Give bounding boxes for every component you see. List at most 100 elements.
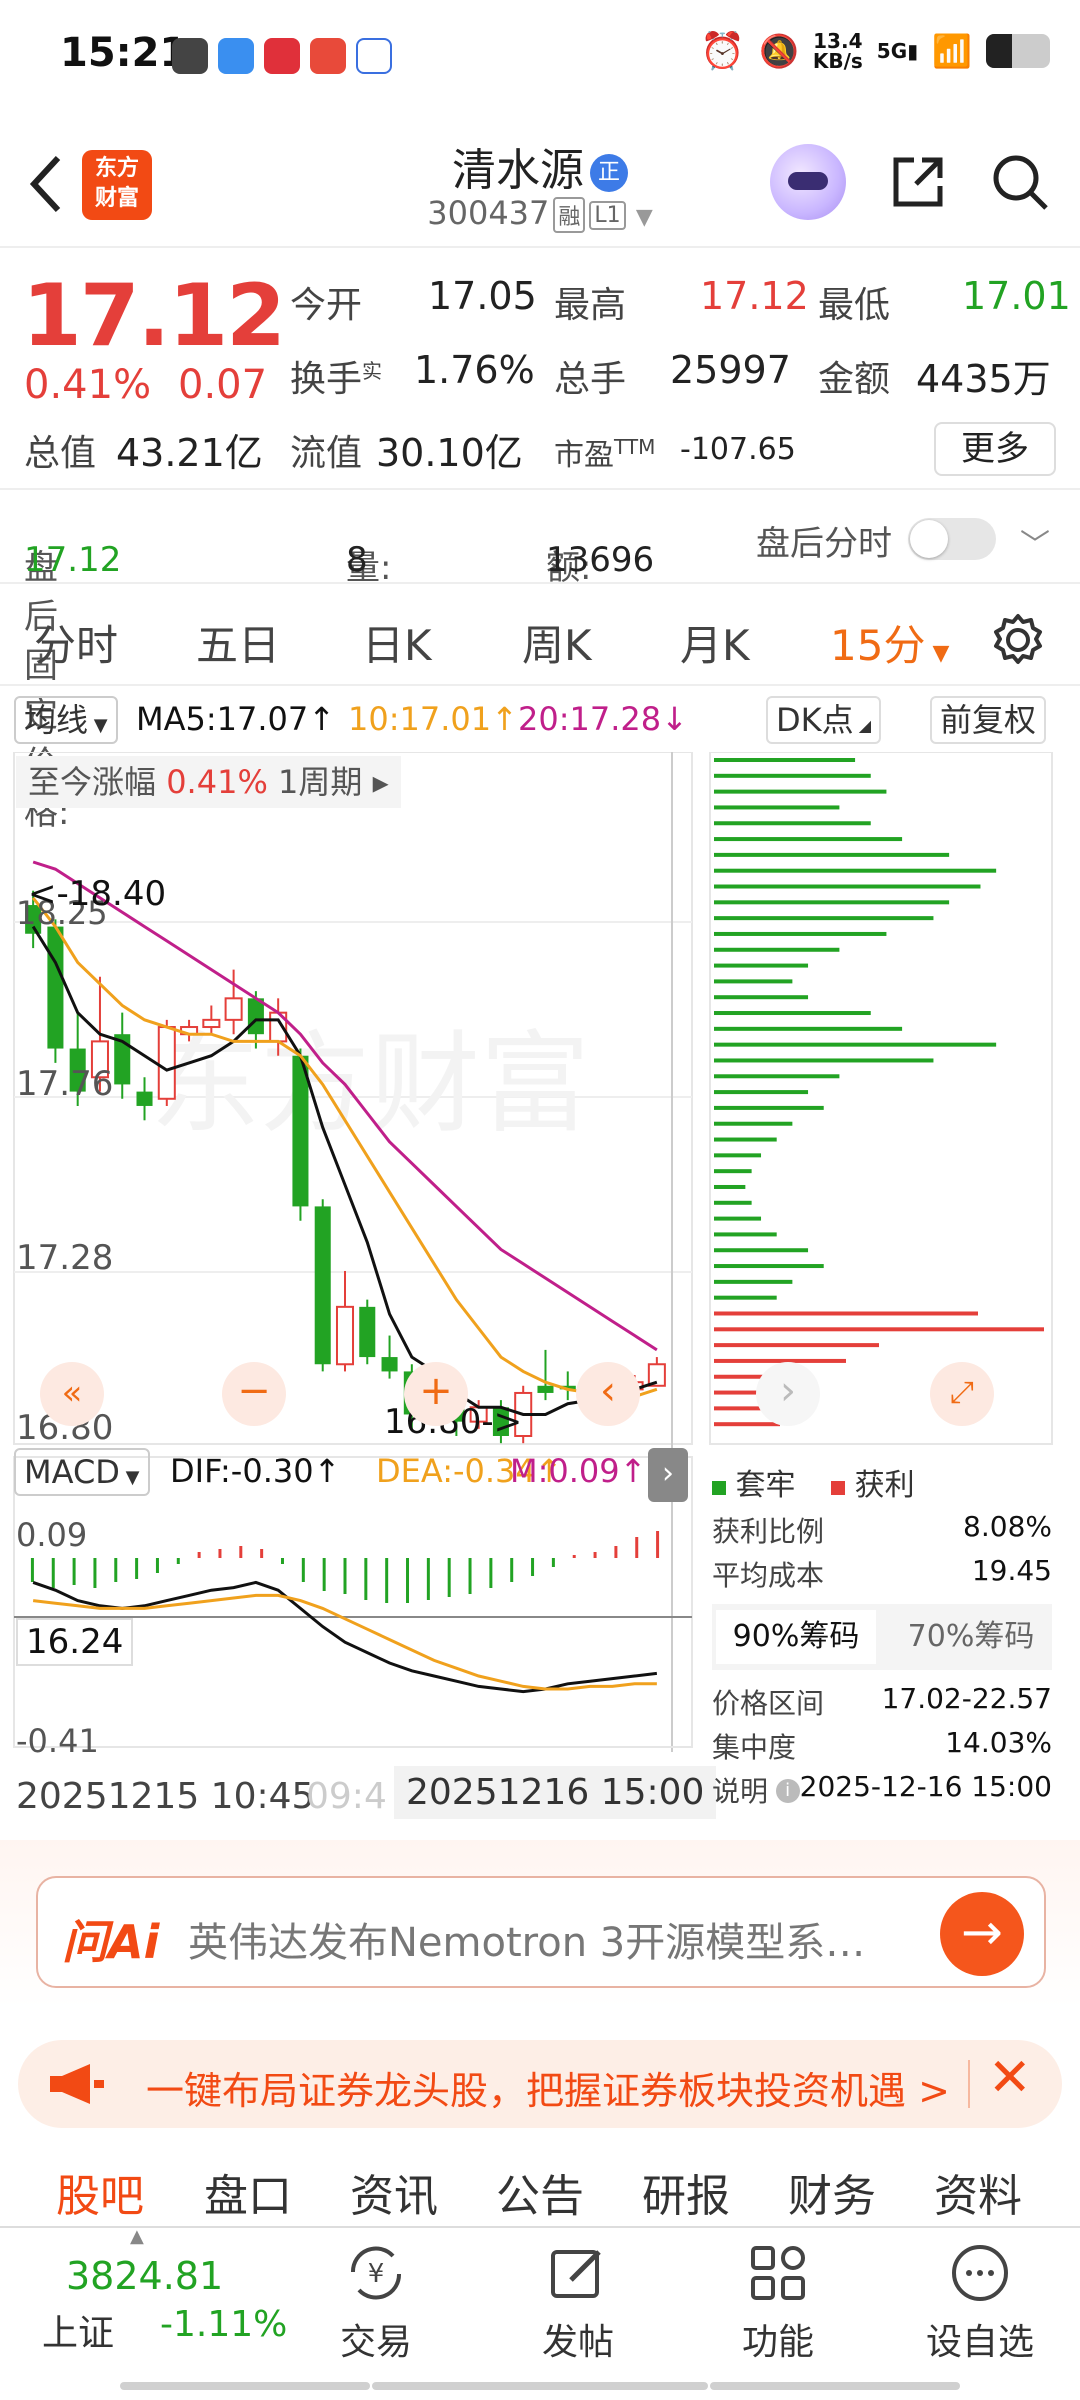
chevron-down-icon[interactable]: ﹀ [1020, 520, 1050, 564]
profile-bar-profit [714, 1422, 780, 1427]
kline-chart[interactable]: 东方财富 至今涨幅 0.41% 1周期 ▸ 18.25 <-18.40 17.7… [0, 751, 1080, 1842]
dk-point-select[interactable]: DK点 ◢ [766, 696, 882, 744]
profile-bar-trapped [714, 1264, 824, 1269]
status-time: 15:21 [60, 30, 188, 76]
dif-label: DIF:-0.30↑ [170, 1452, 341, 1490]
tab-research[interactable]: 研报 [642, 2160, 730, 2224]
tab-intraday[interactable]: 分时 [34, 612, 118, 673]
gear-icon[interactable] [990, 612, 1046, 668]
profile-bar-trapped [714, 1011, 871, 1016]
share-icon[interactable] [888, 152, 948, 212]
crosshair-value: 16.24 [16, 1618, 134, 1666]
low-label: 最低 [818, 285, 891, 326]
expand-indicator-button[interactable]: › [648, 1448, 688, 1502]
max-price-label: <-18.40 [28, 874, 167, 914]
caret-up-icon: ▲ [130, 2226, 144, 2247]
candle [314, 1206, 331, 1365]
net-speed: 13.4 KB/s [812, 29, 863, 73]
after-hours-toggle-label: 盘后分时 [756, 524, 892, 564]
profile-bar-trapped [714, 995, 809, 1000]
profile-bar-profit [714, 1327, 1044, 1332]
tab-weekly[interactable]: 周K [522, 612, 592, 673]
indicator-select[interactable]: MACD ▼ [14, 1448, 150, 1496]
profile-bar-trapped [714, 852, 950, 857]
app-notification-icon [172, 38, 208, 74]
zoom-out-button[interactable]: − [222, 1362, 286, 1426]
profile-bar-trapped [714, 947, 840, 952]
post-button[interactable]: 发帖 [508, 2228, 648, 2365]
profile-bar-trapped [714, 931, 887, 936]
expand-icon[interactable]: ⤢ [930, 1362, 994, 1426]
more-button[interactable]: 更多 [934, 422, 1056, 476]
turnover-value: 1.76% [414, 348, 535, 392]
tab-profile[interactable]: 资料 [934, 2160, 1022, 2224]
svg-text:¥: ¥ [368, 2259, 385, 2289]
zoom-in-button[interactable]: + [404, 1362, 468, 1426]
ai-ask-box[interactable]: 问Ai 英伟达发布Nemotron 3开源模型系… → [36, 1876, 1046, 1988]
tab-forum[interactable]: 股吧 [56, 2160, 144, 2224]
profile-bar-trapped [714, 1169, 752, 1174]
scroll-right-button[interactable]: › [756, 1362, 820, 1426]
battery-icon [986, 34, 1050, 68]
ma-select[interactable]: 均线 ▼ [14, 696, 118, 744]
profile-legend: 套牢 获利 [712, 1460, 915, 1504]
profile-bar-trapped [714, 1042, 997, 1047]
scroll-left-button[interactable]: ‹ [576, 1362, 640, 1426]
turnover-label: 换手实 [290, 359, 383, 400]
trade-button[interactable]: ¥ 交易 [306, 2228, 446, 2365]
tab-announcements[interactable]: 公告 [496, 2160, 584, 2224]
search-icon[interactable] [990, 152, 1050, 212]
after-hours-toggle[interactable] [908, 518, 996, 560]
info-icon[interactable]: i [775, 1779, 800, 1803]
ma5-label: MA5:17.07↑ [136, 700, 336, 738]
low-value: 17.01 [962, 274, 1071, 318]
tab-15min[interactable]: 15分 ▼ [830, 612, 949, 673]
profile-bar-trapped [714, 1105, 824, 1110]
tab-financials[interactable]: 财务 [788, 2160, 876, 2224]
macd-header: MACD ▼ DIF:-0.30↑ DEA:-0.34↑ M:0.09↑ › [14, 1448, 1080, 1502]
tab-monthly[interactable]: 月K [680, 612, 750, 673]
tab-chip-70[interactable]: 70%筹码 [896, 1610, 1046, 1664]
profile-bar-trapped [714, 1279, 793, 1284]
change-amount: 0.07 [178, 362, 268, 408]
tab-daily[interactable]: 日K [362, 612, 432, 673]
index-value: 3824.81 [66, 2254, 224, 2298]
tab-news[interactable]: 资讯 [350, 2160, 438, 2224]
tab-5day[interactable]: 五日 [196, 612, 280, 673]
alarm-icon: ⏰ [700, 31, 745, 72]
profile-bar-trapped [714, 1184, 746, 1189]
adjust-select[interactable]: 前复权 [930, 696, 1047, 744]
margin-tag: 融 [553, 197, 586, 233]
tab-orderbook[interactable]: 盘口 [204, 2160, 292, 2224]
add-watchlist-button[interactable]: 设自选 [910, 2228, 1050, 2365]
index-change: -1.11% [160, 2304, 288, 2345]
grid-icon [751, 2246, 805, 2300]
change-percent: 0.41% [24, 362, 152, 408]
verified-badge: 正 [590, 154, 628, 192]
profile-bar-profit [714, 1343, 879, 1348]
close-icon[interactable]: ✕ [988, 2048, 1032, 2108]
open-value: 17.05 [428, 274, 537, 318]
y-tick-3: 17.28 [16, 1238, 114, 1278]
time-mid: 09:4 [306, 1776, 387, 1817]
profile-bar-trapped [714, 773, 871, 778]
watermark: 东方财富 [150, 1020, 590, 1148]
volume-label: 总手 [554, 359, 627, 400]
scroll-left-fast-button[interactable]: « [40, 1362, 104, 1426]
profile-bar-trapped [714, 1121, 793, 1126]
candle [136, 1091, 153, 1106]
arrow-right-icon[interactable]: → [940, 1892, 1024, 1976]
profile-bar-trapped [714, 1026, 903, 1031]
profile-bar-trapped [714, 758, 856, 762]
ai-assistant-avatar[interactable] [770, 144, 846, 220]
profile-bar-trapped [714, 1137, 777, 1142]
profile-bar-trapped [714, 1058, 934, 1063]
tab-chip-90[interactable]: 90%筹码 [716, 1610, 876, 1664]
amount-label: 金额 [818, 359, 891, 400]
mute-icon: 🔕 [759, 32, 799, 70]
range-change-box[interactable]: 至今涨幅 0.41% 1周期 ▸ [16, 756, 401, 808]
function-button[interactable]: 功能 [708, 2228, 848, 2365]
promo-banner[interactable]: 一键布局证券龙头股，把握证券板块投资机遇 > ✕ [18, 2040, 1062, 2128]
profile-bar-trapped [714, 1153, 762, 1158]
profile-bar-trapped [714, 821, 871, 826]
